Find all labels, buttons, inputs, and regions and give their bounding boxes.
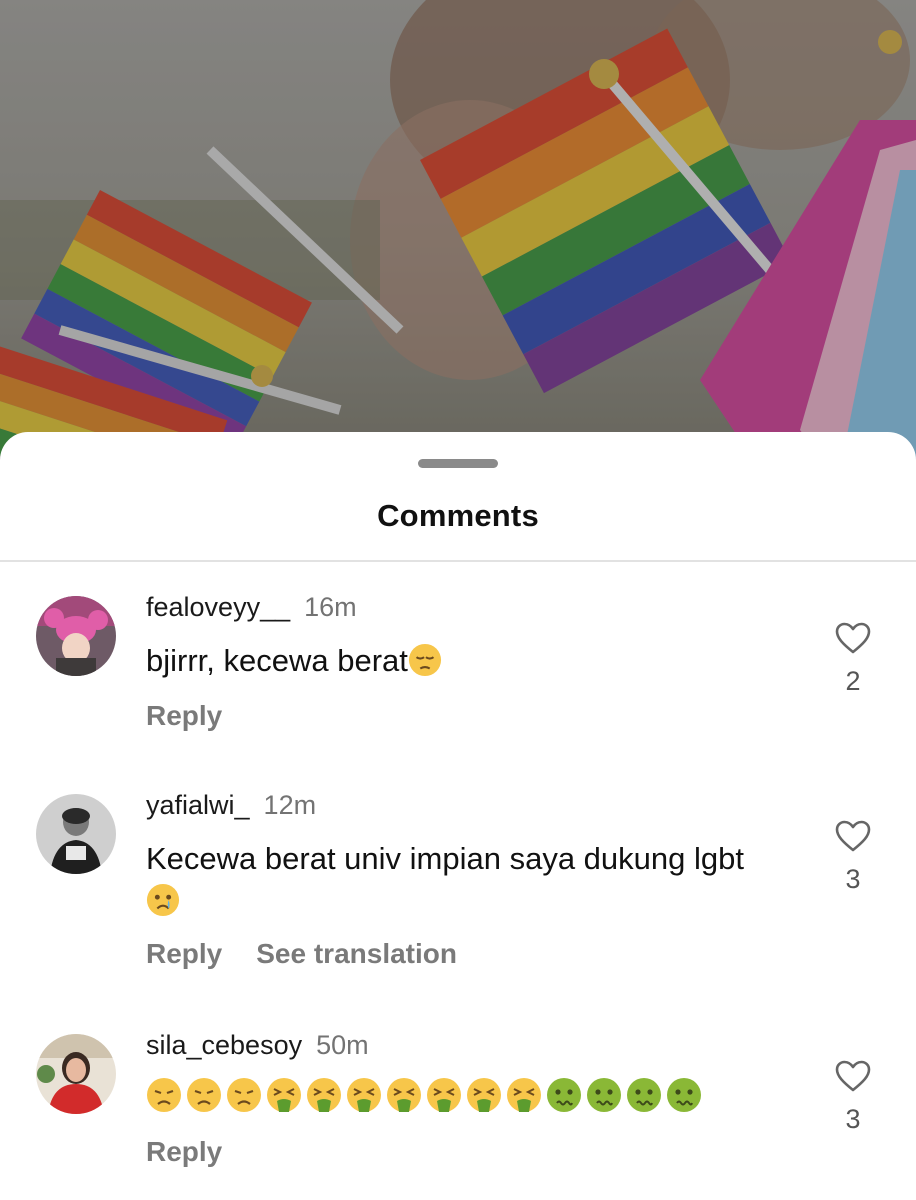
vomiting-face-emoji <box>387 1078 421 1112</box>
heart-icon[interactable] <box>835 622 871 654</box>
reply-button[interactable]: Reply <box>146 700 222 731</box>
comment-header: fealoveyy__ 16m <box>146 592 357 623</box>
comment-body: bjirrr, kecewa berat <box>146 643 408 678</box>
username[interactable]: yafialwi_ <box>146 790 250 820</box>
comment-body: Kecewa berat univ impian saya dukung lgb… <box>146 841 744 876</box>
disappointed-face-emoji <box>147 1078 181 1112</box>
reply-button[interactable]: Reply <box>146 1136 222 1167</box>
comment-time: 50m <box>316 1030 369 1060</box>
comments-sheet: Comments fealoveyy__ 16m bjirrr, kecewa b… <box>0 432 916 1200</box>
comment-text <box>146 1076 766 1118</box>
comment-header: sila_cebesoy 50m <box>146 1030 369 1061</box>
like-count: 3 <box>845 864 861 894</box>
sheet-title: Comments <box>377 498 539 533</box>
see-translation-button[interactable]: See translation <box>256 938 457 969</box>
disappointed-face-emoji <box>227 1078 261 1112</box>
comment-time: 12m <box>263 790 317 820</box>
crying-face-emoji <box>146 883 180 917</box>
heart-icon[interactable] <box>835 820 871 852</box>
sheet-drag-handle[interactable] <box>418 459 498 468</box>
vomiting-face-emoji <box>307 1078 341 1112</box>
nauseated-face-emoji <box>587 1078 621 1112</box>
vomiting-face-emoji <box>507 1078 541 1112</box>
pensive-face-emoji <box>408 643 441 677</box>
like-control: 3 <box>826 820 880 895</box>
comment-header: yafialwi_ 12m <box>146 790 316 821</box>
username[interactable]: fealoveyy__ <box>146 592 290 622</box>
comment-text: bjirrr, kecewa berat <box>146 640 766 682</box>
nauseated-face-emoji <box>627 1078 661 1112</box>
comment-actions: Reply <box>146 1136 222 1168</box>
comment-text: Kecewa berat univ impian saya dukung lgb… <box>146 838 766 922</box>
username[interactable]: sila_cebesoy <box>146 1030 302 1060</box>
heart-icon[interactable] <box>835 1060 871 1092</box>
comment-actions: Reply <box>146 700 222 732</box>
like-count: 2 <box>845 666 861 696</box>
vomiting-face-emoji <box>347 1078 381 1112</box>
avatar[interactable] <box>36 1034 116 1114</box>
post-background-image <box>0 0 916 470</box>
vomiting-face-emoji <box>467 1078 501 1112</box>
comment-actions: Reply See translation <box>146 938 457 970</box>
like-count: 3 <box>845 1104 861 1134</box>
avatar[interactable] <box>36 596 116 676</box>
reply-button[interactable]: Reply <box>146 938 222 969</box>
like-control: 2 <box>826 622 880 697</box>
vomiting-face-emoji <box>267 1078 301 1112</box>
comments-screen: Comments fealoveyy__ 16m bjirrr, kecewa b… <box>0 0 916 1200</box>
nauseated-face-emoji <box>547 1078 581 1112</box>
like-control: 3 <box>826 1060 880 1135</box>
comment-time: 16m <box>304 592 357 622</box>
avatar[interactable] <box>36 794 116 874</box>
vomiting-face-emoji <box>427 1078 461 1112</box>
nauseated-face-emoji <box>667 1078 701 1112</box>
disappointed-face-emoji <box>187 1078 221 1112</box>
divider <box>0 560 916 562</box>
